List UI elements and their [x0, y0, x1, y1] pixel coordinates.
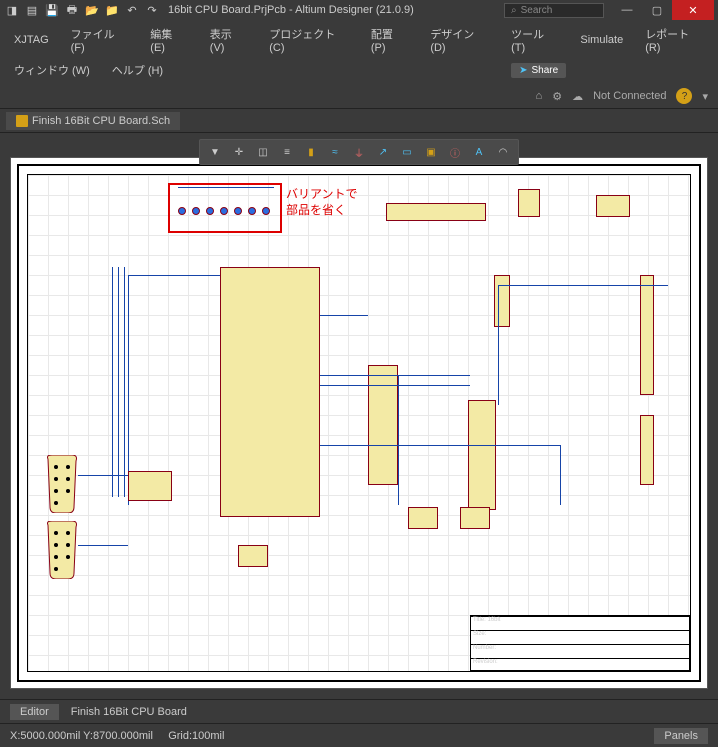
menu-edit[interactable]: 編集 (E) — [146, 24, 191, 56]
tab-label: Finish 16Bit CPU Board.Sch — [32, 115, 170, 127]
print-icon[interactable]: 🖶 — [64, 2, 80, 18]
floating-toolbar: ▼ ✛ ◫ ≡ ▮ ≈ ⏚ ↗ ▭ ▣ ⓘ A ◠ — [199, 139, 519, 165]
window-title: 16bit CPU Board.PrjPcb - Altium Designer… — [168, 4, 414, 16]
align-icon[interactable]: ≡ — [278, 143, 296, 161]
search-icon: ⌕ — [511, 5, 517, 16]
reg-chip-a — [238, 545, 268, 567]
title-block-rev: Revision: — [471, 658, 689, 672]
editor-area: ▼ ✛ ◫ ≡ ▮ ≈ ⏚ ↗ ▭ ▣ ⓘ A ◠ バリアントで 部品を省く — [0, 133, 718, 699]
settings-icon[interactable]: ⚙ — [552, 90, 562, 103]
reg-chip-b — [408, 507, 438, 529]
menu-xjtag[interactable]: XJTAG — [10, 32, 53, 48]
small-chip-b — [596, 195, 630, 217]
menu-help[interactable]: ヘルプ (H) — [108, 60, 167, 80]
status-file-name: Finish 16Bit CPU Board — [71, 706, 187, 718]
cloud-icon[interactable]: ☁ — [572, 90, 583, 103]
menu-window[interactable]: ウィンドウ (W) — [10, 60, 94, 80]
dip-switch — [386, 203, 486, 221]
db-connector-bottom — [46, 521, 78, 579]
memory-chip — [368, 365, 398, 485]
menu-place[interactable]: 配置 (P) — [367, 24, 412, 56]
title-block-title: Title: 16bit — [471, 616, 689, 630]
menu-design[interactable]: デザイン (D) — [426, 24, 493, 56]
chevron-down-icon[interactable]: ▾ — [702, 90, 708, 103]
app-logo-icon: ◨ — [4, 2, 20, 18]
menu-bar: XJTAG ファイル (F) 編集 (E) 表示 (V) プロジェクト (C) … — [0, 20, 718, 84]
editor-tab-button[interactable]: Editor — [10, 704, 59, 720]
main-cpu-chip — [220, 267, 320, 517]
title-block: Title: 16bit Size: Number: Revision: — [470, 615, 690, 671]
search-placeholder: Search — [521, 5, 553, 16]
status-bar-lower: X:5000.000mil Y:8700.000mil Grid:100mil … — [0, 723, 718, 747]
document-tab-bar: Finish 16Bit CPU Board.Sch — [0, 109, 718, 133]
menu-view[interactable]: 表示 (V) — [206, 24, 251, 56]
connection-status: Not Connected — [593, 90, 666, 102]
share-arrow-icon: ➤ — [519, 65, 527, 76]
tab-schematic[interactable]: Finish 16Bit CPU Board.Sch — [6, 112, 180, 130]
reg-chip-c — [460, 507, 490, 529]
component-icon[interactable]: ▭ — [398, 143, 416, 161]
close-button[interactable]: ✕ — [672, 0, 714, 20]
search-input[interactable]: ⌕ Search — [504, 3, 604, 18]
maximize-button[interactable]: ▢ — [642, 0, 672, 20]
save-icon[interactable]: 💾 — [44, 2, 60, 18]
text-icon[interactable]: A — [470, 143, 488, 161]
menu-project[interactable]: プロジェクト (C) — [265, 24, 353, 56]
menu-report[interactable]: レポート (R) — [641, 24, 708, 56]
redo-icon[interactable]: ↷ — [144, 2, 160, 18]
panels-button[interactable]: Panels — [654, 728, 708, 744]
io-header — [494, 275, 510, 327]
share-button[interactable]: ➤Share — [511, 63, 566, 78]
schematic-file-icon — [16, 115, 28, 127]
home-icon[interactable]: ⌂ — [536, 90, 543, 102]
wave-icon[interactable]: ≈ — [326, 143, 344, 161]
title-bar: ◨ ▤ 💾 🖶 📂 📁 ↶ ↷ 16bit CPU Board.PrjPcb -… — [0, 0, 718, 20]
right-header-top — [640, 275, 654, 395]
title-block-size: Size: — [471, 630, 689, 644]
menu-simulate[interactable]: Simulate — [576, 32, 627, 48]
crosshair-icon[interactable]: ✛ — [230, 143, 248, 161]
directive-icon[interactable]: ▣ — [422, 143, 440, 161]
file-icon[interactable]: ▤ — [24, 2, 40, 18]
right-header-bottom — [640, 415, 654, 485]
open-icon[interactable]: 📂 — [84, 2, 100, 18]
io-chip — [468, 400, 496, 510]
small-chip-a — [518, 189, 540, 217]
undo-icon[interactable]: ↶ — [124, 2, 140, 18]
select-icon[interactable]: ◫ — [254, 143, 272, 161]
ground-icon[interactable]: ⏚ — [350, 143, 368, 161]
variant-annotation-line1: バリアントで — [286, 185, 358, 202]
osc-chip — [128, 471, 172, 501]
title-block-number: Number: — [471, 644, 689, 658]
db-connector-top — [46, 455, 78, 513]
minimize-button[interactable]: — — [612, 0, 642, 20]
schematic-canvas[interactable]: バリアントで 部品を省く — [10, 157, 708, 689]
cursor-coords: X:5000.000mil Y:8700.000mil — [10, 730, 153, 742]
probe-icon[interactable]: ↗ — [374, 143, 392, 161]
open-project-icon[interactable]: 📁 — [104, 2, 120, 18]
menu-file[interactable]: ファイル (F) — [67, 24, 133, 56]
info-icon[interactable]: ⓘ — [446, 143, 464, 161]
variant-annotation-line2: 部品を省く — [286, 201, 346, 218]
status-bar-upper: Editor Finish 16Bit CPU Board — [0, 699, 718, 723]
filter-icon[interactable]: ▼ — [206, 143, 224, 161]
help-badge[interactable]: ? — [676, 88, 692, 104]
top-indicator-bar: ⌂ ⚙ ☁ Not Connected ? ▾ — [0, 84, 718, 109]
led-array — [178, 207, 270, 215]
grid-value: Grid:100mil — [168, 730, 224, 742]
highlight-icon[interactable]: ▮ — [302, 143, 320, 161]
arc-icon[interactable]: ◠ — [494, 143, 512, 161]
menu-tools[interactable]: ツール (T) — [507, 24, 562, 56]
